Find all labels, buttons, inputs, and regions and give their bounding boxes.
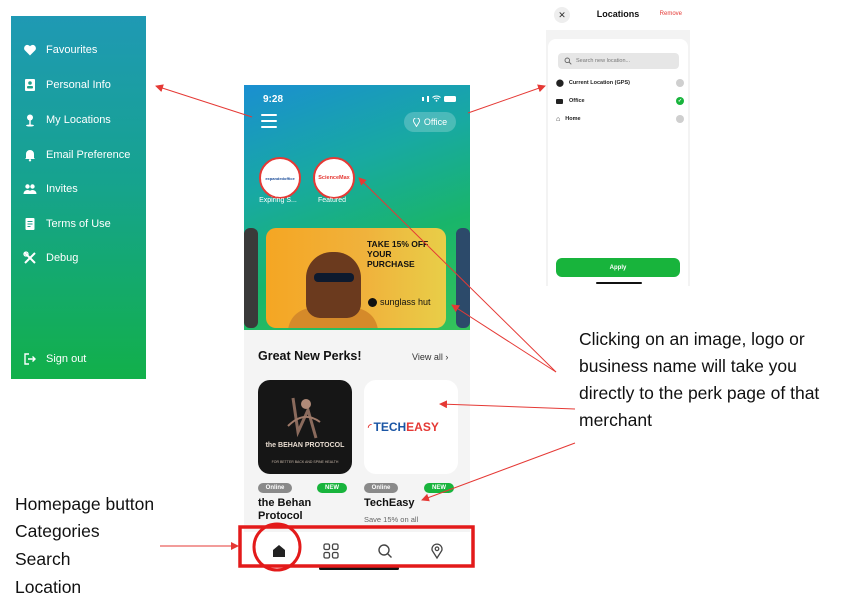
- arrow-to-side-menu: [155, 84, 253, 118]
- home-button-highlight-circle: [252, 522, 302, 572]
- arrow-to-perk-logo: [439, 400, 576, 410]
- arrow-to-locations: [467, 84, 546, 114]
- annotation-overlay: [155, 84, 576, 572]
- arrow-to-banner: [451, 304, 557, 373]
- arrow-to-perk-name: [421, 442, 576, 502]
- bottom-nav-highlight-box: [238, 525, 475, 568]
- arrow-to-featured-logo: [358, 177, 557, 373]
